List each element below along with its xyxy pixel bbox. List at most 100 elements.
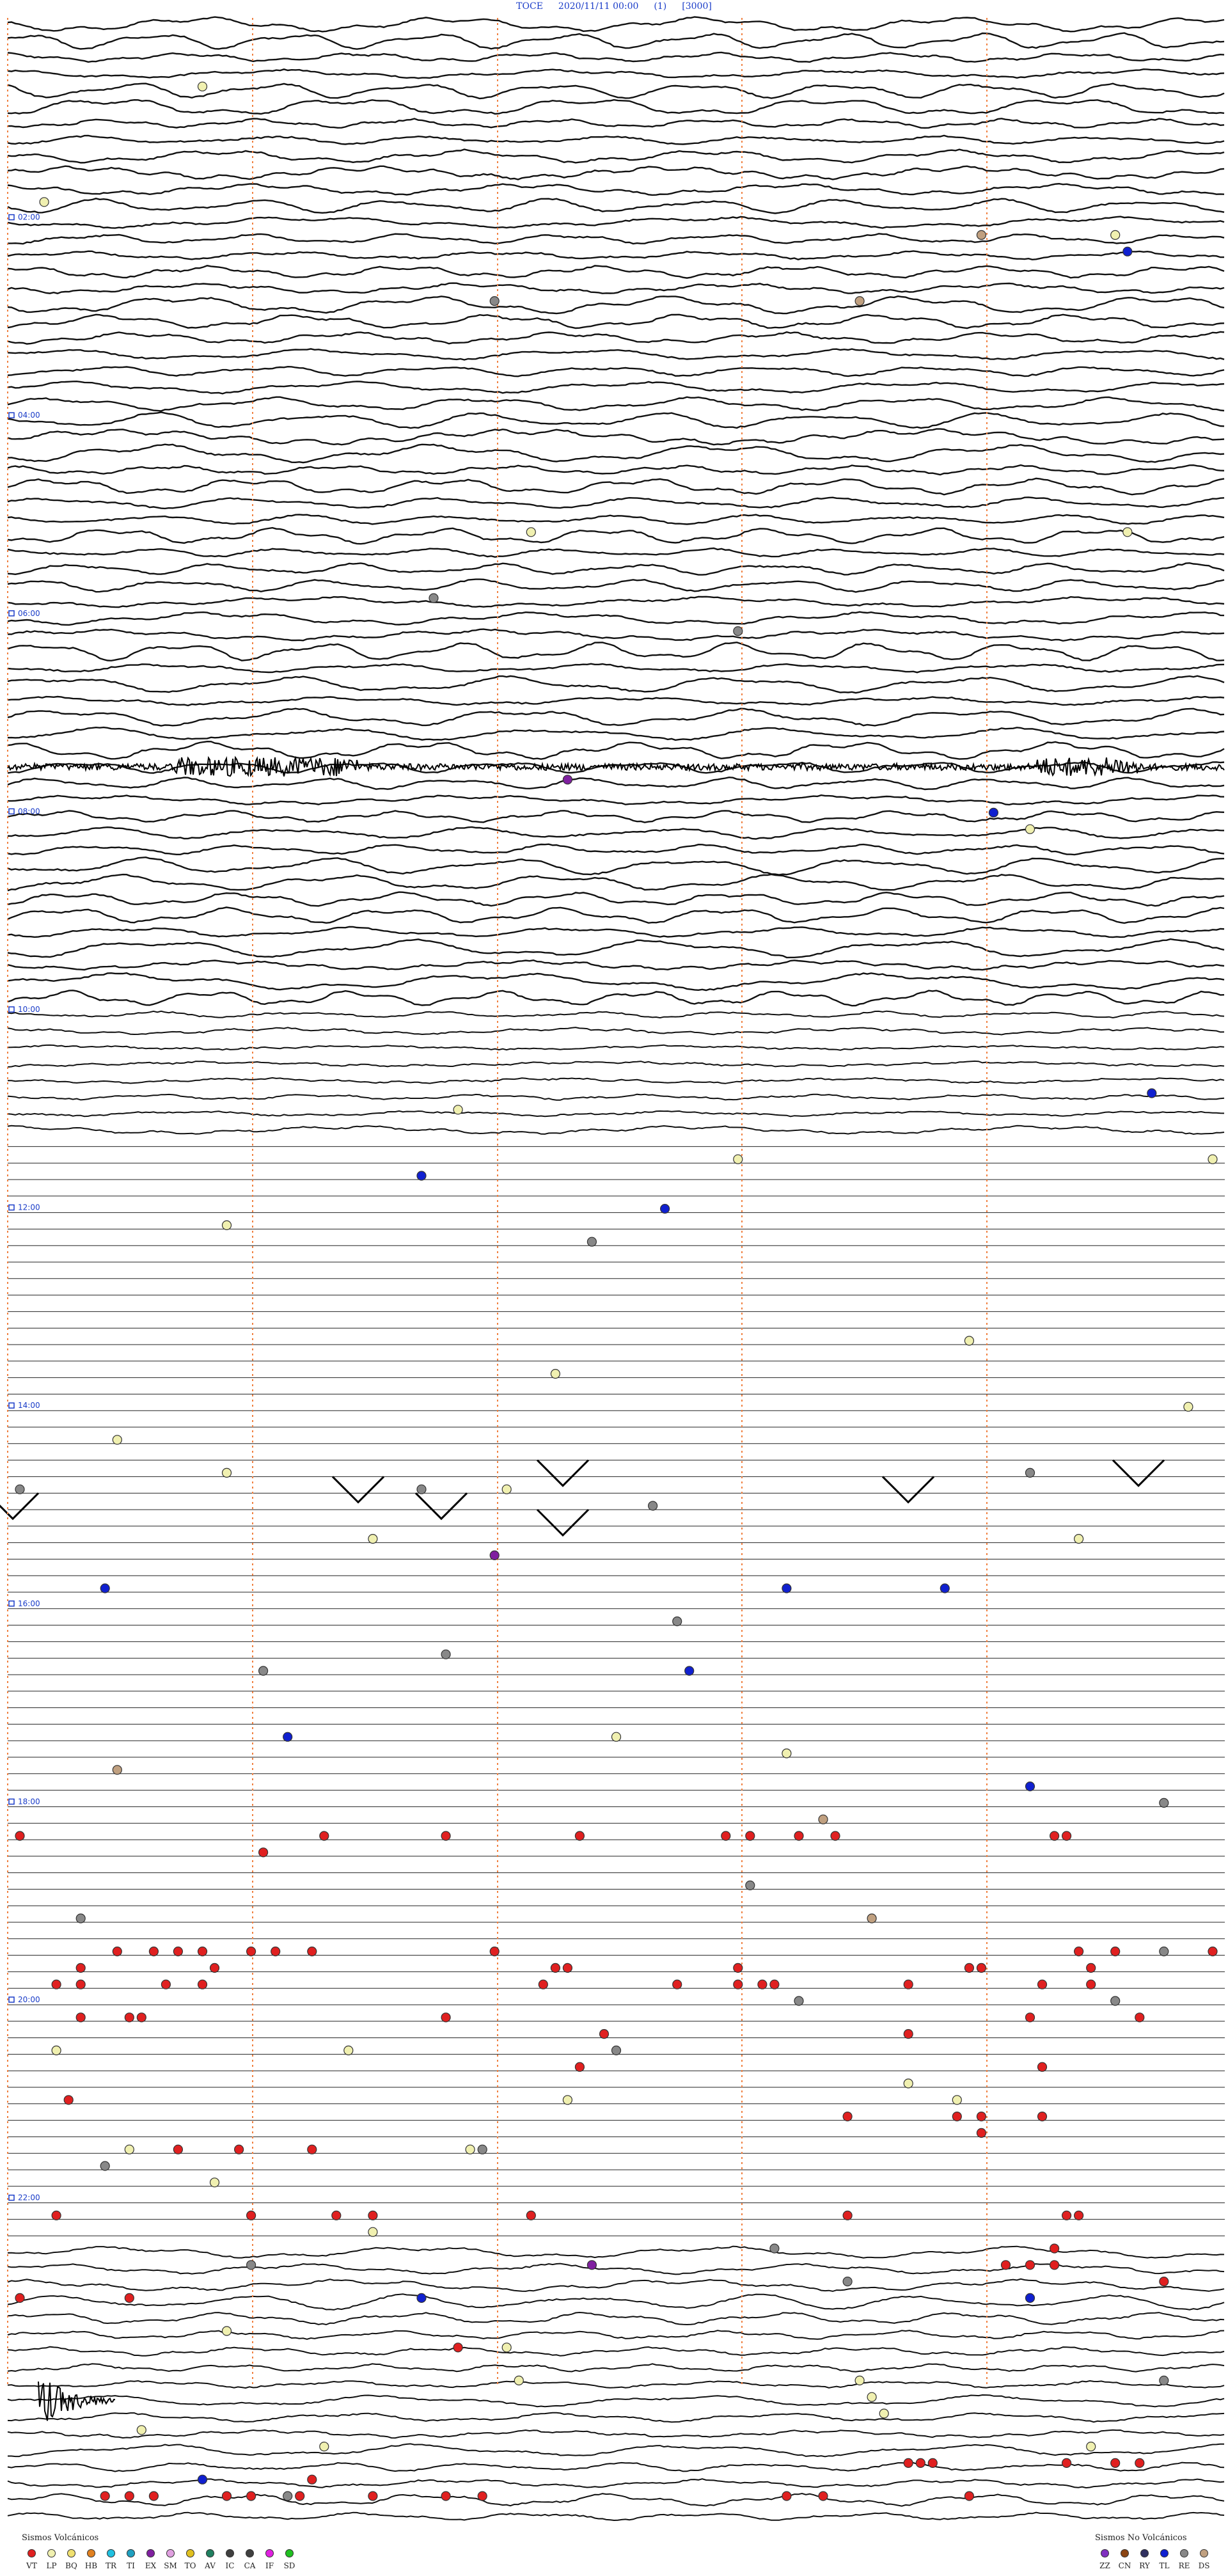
event-marker-vt: [441, 2491, 451, 2501]
legend-item-hb: HB: [81, 2549, 101, 2570]
event-marker-vt: [246, 1947, 256, 1957]
event-marker-lp: [526, 527, 536, 537]
trace-line: [7, 891, 1225, 907]
event-marker-vt: [538, 1979, 548, 1989]
event-marker-lp: [964, 1336, 975, 1346]
time-tick: [8, 1402, 15, 1409]
legend-code: LP: [46, 2561, 57, 2570]
trace-line: [7, 365, 1225, 377]
legend-code: TL: [1159, 2561, 1170, 2570]
legend-item-sd: SD: [279, 2549, 299, 2570]
trace-line: [7, 380, 1225, 395]
trace-line: [7, 2330, 1225, 2340]
trace-line: [7, 675, 1225, 694]
trace-line: [7, 959, 1225, 971]
legend-item-tl: TL: [1154, 2549, 1174, 2570]
event-marker-lp: [51, 2045, 61, 2055]
trace-line: [7, 68, 1225, 79]
trace-line: [7, 596, 1225, 608]
trace-line: [7, 611, 1225, 626]
event-marker-lp: [501, 1484, 512, 1494]
event-marker-re: [1110, 1996, 1121, 2006]
legend-code: SM: [164, 2561, 177, 2570]
legend-dot-ic: [226, 2549, 234, 2557]
event-marker-vt: [124, 2293, 134, 2303]
event-marker-vt: [1208, 1947, 1218, 1957]
legend-code: SD: [283, 2561, 295, 2570]
event-marker-lp: [611, 1732, 622, 1742]
trace-line: [7, 396, 1225, 412]
event-marker-vt: [842, 2210, 853, 2220]
event-marker-vt: [148, 1947, 159, 1957]
event-marker-re: [842, 2277, 853, 2287]
trace-line: [7, 2346, 1225, 2357]
trace-line: [7, 628, 1225, 642]
trace-line: [7, 695, 1225, 707]
event-marker-lp: [465, 2144, 475, 2154]
trace-line: [7, 331, 1225, 345]
trace-line: [7, 2278, 1225, 2292]
legend-code: TR: [105, 2561, 117, 2570]
event-marker-ds: [112, 1765, 122, 1775]
legend-dot-ex: [146, 2549, 155, 2557]
event-marker-vt: [1061, 2458, 1072, 2468]
event-marker-lp: [903, 2078, 913, 2089]
trace-line: [7, 2293, 1225, 2311]
event-marker-lp: [368, 1534, 378, 1544]
event-marker-re: [745, 1880, 755, 1890]
trace-line: [7, 873, 1225, 892]
time-tick: [8, 1204, 15, 1211]
legend-code: IC: [225, 2561, 235, 2570]
event-marker-vt: [1073, 1947, 1084, 1957]
trace-line: [7, 2412, 1225, 2423]
event-marker-vt: [782, 2491, 792, 2501]
trace-line: [7, 526, 1225, 545]
event-marker-lp: [879, 2408, 889, 2419]
event-marker-vt: [124, 2012, 134, 2023]
event-marker-vt: [927, 2458, 938, 2468]
event-marker-lp: [1073, 1534, 1084, 1544]
legend-item-ry: RY: [1135, 2549, 1154, 2570]
event-marker-vt: [489, 1947, 500, 1957]
event-marker-tl: [416, 2293, 427, 2303]
trace-line: [7, 2511, 1225, 2522]
event-marker-vt: [100, 2491, 110, 2501]
tremor-burst: [7, 755, 1225, 777]
trace-line: [7, 16, 1225, 33]
legend-item-av: AV: [200, 2549, 220, 2570]
event-marker-re: [769, 2243, 780, 2254]
event-marker-tl: [100, 1583, 110, 1593]
legend-dot-vt: [28, 2549, 36, 2557]
event-marker-vt: [976, 2112, 987, 2122]
time-tick: [8, 1798, 15, 1805]
trace-line: [7, 216, 1225, 229]
legend-code: EX: [145, 2561, 157, 2570]
legend-item-cn: CN: [1115, 2549, 1135, 2570]
event-marker-tl: [1025, 1782, 1035, 1792]
event-marker-vt: [964, 2491, 975, 2501]
event-marker-lp: [221, 2326, 232, 2336]
event-marker-vt: [1049, 1831, 1060, 1841]
trace-line: [7, 810, 1225, 823]
legend-item-re: RE: [1174, 2549, 1194, 2570]
event-marker-re: [1159, 2375, 1169, 2385]
event-marker-vt: [307, 2144, 317, 2154]
time-label: 02:00: [18, 213, 40, 222]
time-label: 08:00: [18, 807, 40, 816]
event-marker-vt: [526, 2210, 536, 2220]
trace-line: [7, 2492, 1225, 2507]
legend-dot-sd: [285, 2549, 294, 2557]
event-marker-re: [1159, 1947, 1169, 1957]
event-marker-vt: [173, 2144, 183, 2154]
legend-dot-tr: [107, 2549, 115, 2557]
event-marker-vt: [75, 1963, 86, 1973]
event-marker-lp: [514, 2375, 524, 2385]
event-marker-lp: [453, 1105, 463, 1115]
event-marker-lp: [39, 197, 49, 207]
trace-line: [7, 707, 1225, 727]
event-marker-re: [1025, 1467, 1035, 1478]
trace-line: [7, 926, 1225, 938]
event-marker-lp: [112, 1435, 122, 1445]
trace-line: [7, 562, 1225, 576]
time-label: 20:00: [18, 1995, 40, 2004]
